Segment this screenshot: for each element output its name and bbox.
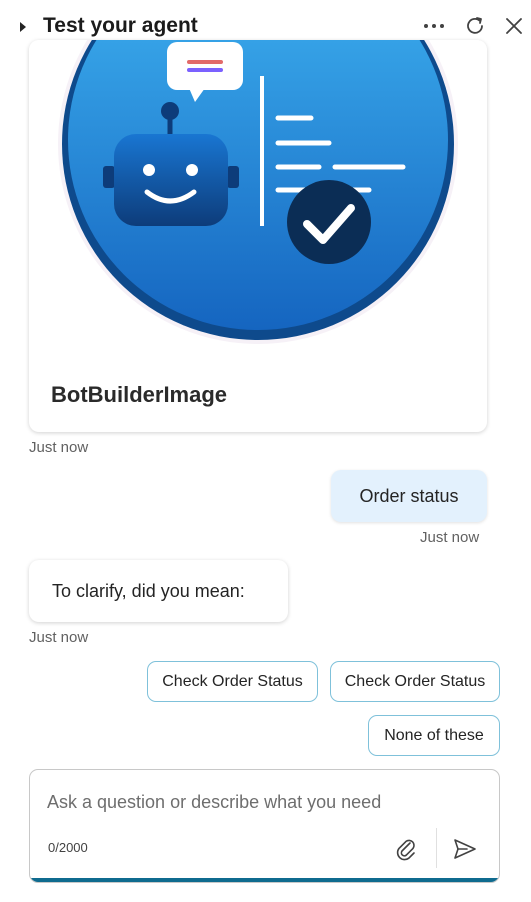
suggested-action-button[interactable]: Check Order Status xyxy=(330,661,500,702)
message-composer: 0/2000 xyxy=(29,769,500,883)
user-message-timestamp: Just now xyxy=(420,529,480,546)
suggested-action-button[interactable]: None of these xyxy=(368,715,500,756)
close-button[interactable] xyxy=(500,12,528,40)
attach-icon xyxy=(396,839,415,861)
card-timestamp: Just now xyxy=(29,439,89,456)
composer-focus-bar xyxy=(30,878,499,882)
message-input[interactable] xyxy=(47,788,477,816)
bot-builder-image xyxy=(29,40,487,370)
more-icon xyxy=(424,24,444,28)
checkmark-icon xyxy=(287,180,371,264)
attach-button[interactable] xyxy=(392,834,420,864)
bot-message: To clarify, did you mean: xyxy=(29,560,288,622)
user-message: Order status xyxy=(331,470,487,522)
bot-message-text: To clarify, did you mean: xyxy=(52,580,245,601)
caret-right-icon[interactable] xyxy=(18,20,28,34)
refresh-icon xyxy=(467,17,483,34)
character-count: 0/2000 xyxy=(48,840,88,855)
more-options-button[interactable] xyxy=(420,12,448,40)
bot-message-timestamp: Just now xyxy=(29,629,89,646)
panel-title: Test your agent xyxy=(43,14,198,37)
send-icon xyxy=(454,839,476,859)
image-card: BotBuilderImage xyxy=(29,40,487,432)
close-icon xyxy=(506,18,522,34)
composer-divider xyxy=(436,828,437,868)
refresh-button[interactable] xyxy=(461,12,489,40)
suggested-action-button[interactable]: Check Order Status xyxy=(147,661,318,702)
send-button[interactable] xyxy=(450,834,480,864)
card-title: BotBuilderImage xyxy=(51,382,228,407)
